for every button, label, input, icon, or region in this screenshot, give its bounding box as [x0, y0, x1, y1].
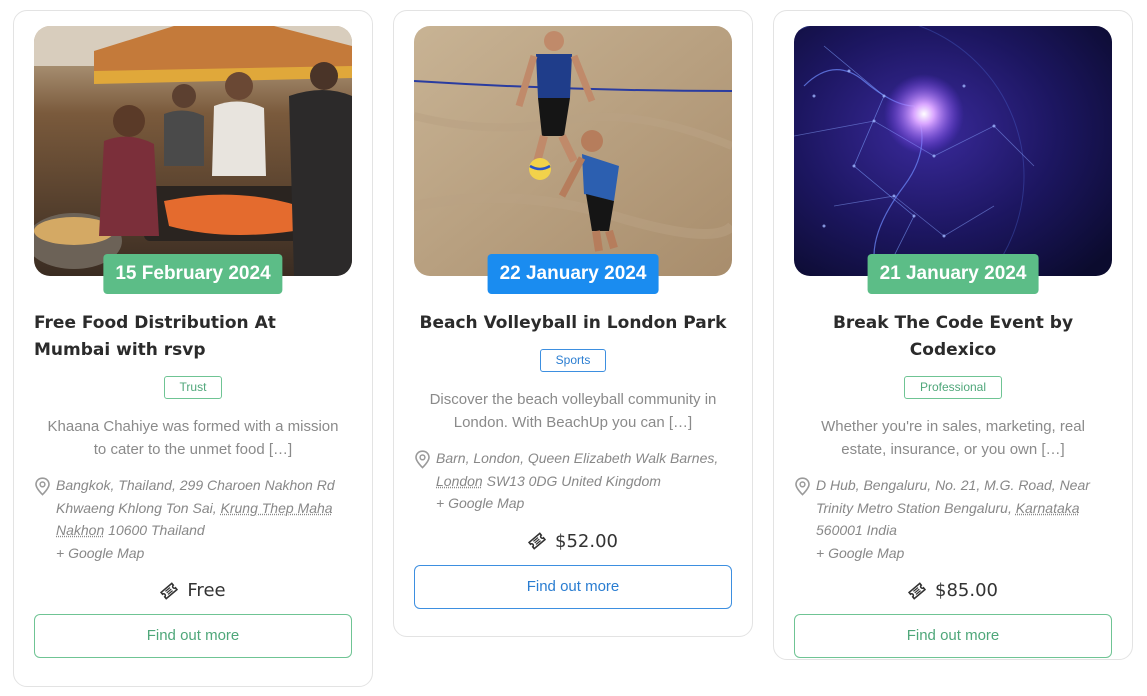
beach-volleyball-photo: [414, 26, 732, 276]
event-title[interactable]: Free Food Distribution At Mumbai with rs…: [34, 310, 352, 364]
find-out-more-button[interactable]: Find out more: [34, 614, 352, 658]
event-excerpt: Discover the beach volleyball community …: [429, 391, 717, 431]
find-out-more-button[interactable]: Find out more: [414, 564, 732, 609]
map-pin-icon: [414, 447, 436, 515]
event-excerpt: Whether you're in sales, marketing, real…: [821, 418, 1085, 458]
event-title[interactable]: Beach Volleyball in London Park: [414, 310, 732, 337]
address-text: 10600 Thailand: [104, 522, 205, 538]
event-card: 21 January 2024 Break The Code Event by …: [773, 10, 1133, 660]
event-category-tag[interactable]: Trust: [163, 376, 223, 399]
event-image[interactable]: [794, 26, 1112, 276]
ticket-icon: [528, 532, 546, 550]
ticket-icon: [160, 581, 179, 600]
event-title[interactable]: Break The Code Event by Codexico: [794, 310, 1112, 364]
event-category-tag[interactable]: Sports: [539, 349, 607, 372]
food-market-photo: [34, 26, 352, 276]
digital-globe-photo: [794, 26, 1112, 276]
price-value: Free: [187, 580, 226, 601]
map-pin-icon: [794, 474, 816, 564]
event-address: D Hub, Bengaluru, No. 21, M.G. Road, Nea…: [816, 474, 1112, 564]
price-value: $85.00: [935, 580, 998, 601]
event-date-badge: 22 January 2024: [487, 254, 659, 294]
event-card: 22 January 2024 Beach Volleyball in Lond…: [393, 10, 753, 637]
google-map-link[interactable]: + Google Map: [816, 542, 1112, 565]
event-excerpt: Khaana Chahiye was formed with a mission…: [47, 418, 339, 458]
address-city: Karnataka: [1015, 499, 1080, 516]
find-out-more-button[interactable]: Find out more: [794, 614, 1112, 658]
event-card: 15 February 2024 Free Food Distribution …: [13, 10, 373, 687]
event-image[interactable]: [414, 26, 732, 276]
event-date-badge: 21 January 2024: [867, 254, 1039, 294]
google-map-link[interactable]: + Google Map: [436, 492, 732, 515]
price-value: $52.00: [555, 530, 618, 552]
event-category-tag[interactable]: Professional: [903, 376, 1003, 399]
event-location: Bangkok, Thailand, 299 Charoen Nakhon Rd…: [34, 474, 352, 564]
event-price: Free: [34, 580, 352, 601]
event-location: D Hub, Bengaluru, No. 21, M.G. Road, Nea…: [794, 474, 1112, 564]
event-image[interactable]: [34, 26, 352, 276]
event-price: $52.00: [414, 531, 732, 552]
address-text: 560001 India: [816, 522, 897, 538]
map-pin-icon: [34, 474, 56, 564]
ticket-icon: [908, 581, 926, 600]
address-text: SW13 0DG United Kingdom: [482, 472, 661, 489]
address-city: London: [436, 472, 483, 489]
event-address: Bangkok, Thailand, 299 Charoen Nakhon Rd…: [56, 474, 352, 564]
event-price: $85.00: [794, 580, 1112, 601]
address-text: Barn, London, Queen Elizabeth Walk Barne…: [436, 450, 719, 466]
event-address: Barn, London, Queen Elizabeth Walk Barne…: [436, 447, 732, 515]
event-location: Barn, London, Queen Elizabeth Walk Barne…: [414, 447, 732, 515]
event-date-badge: 15 February 2024: [103, 254, 283, 294]
google-map-link[interactable]: + Google Map: [56, 542, 352, 565]
